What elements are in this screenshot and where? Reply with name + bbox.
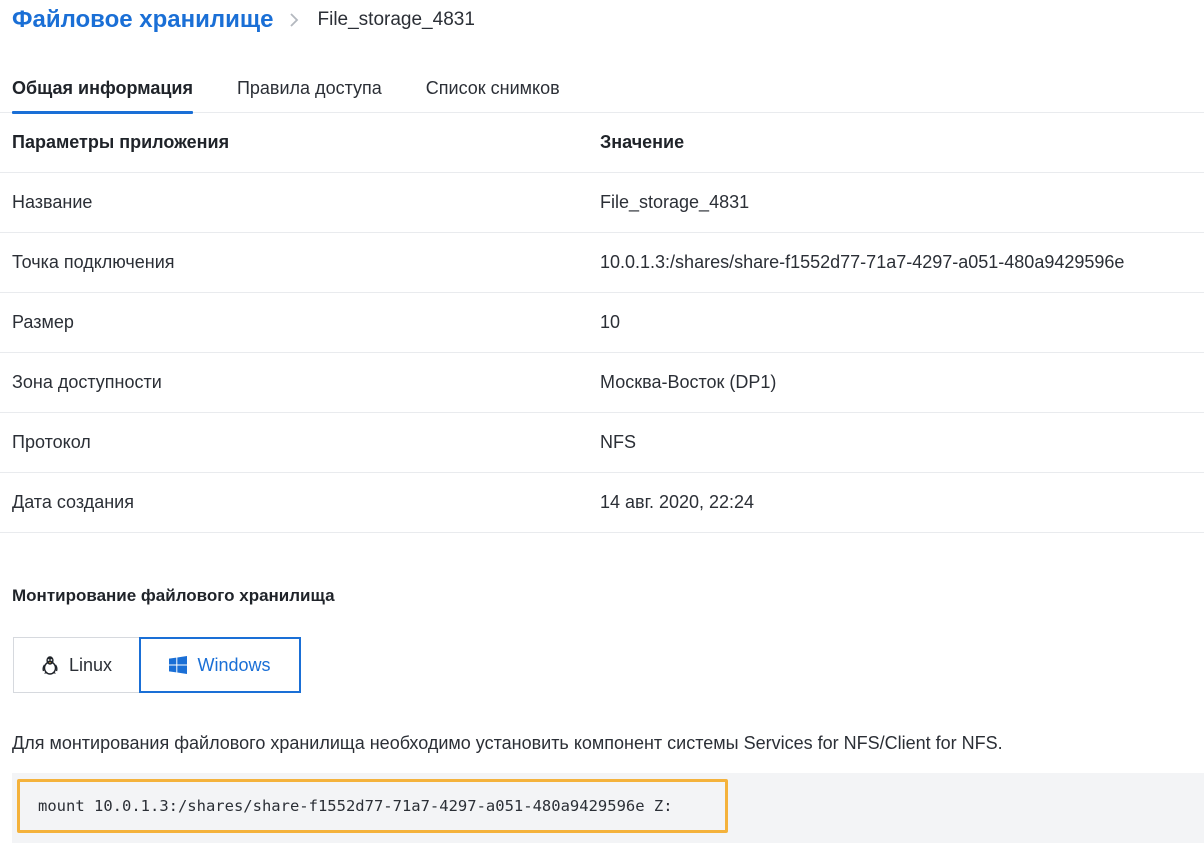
breadcrumb-current: File_storage_4831 <box>317 9 475 30</box>
windows-tab-label: Windows <box>197 654 271 675</box>
breadcrumb: Файловое хранилище File_storage_4831 <box>12 4 475 36</box>
windows-tab-button[interactable]: Windows <box>139 637 301 693</box>
mount-section-title: Монтирование файлового хранилища <box>12 586 335 605</box>
row-key: Протокол <box>12 432 91 452</box>
row-value: 10 <box>600 312 621 332</box>
tab-access-rules[interactable]: Правила доступа <box>237 70 382 113</box>
column-header-parameter: Параметры приложения <box>12 132 230 152</box>
code-block: mount 10.0.1.3:/shares/share-f1552d77-71… <box>12 773 1204 843</box>
table-row: Точка подключения 10.0.1.3:/shares/share… <box>0 233 1204 293</box>
table-row: Размер 10 <box>0 293 1204 353</box>
row-value: 10.0.1.3:/shares/share-f1552d77-71a7-429… <box>600 252 1125 272</box>
linux-tab-button[interactable]: Linux <box>13 637 139 693</box>
mount-description: Для монтирования файлового хранилища нео… <box>12 733 1003 753</box>
table-row: Протокол NFS <box>0 413 1204 473</box>
row-key: Дата создания <box>12 492 134 512</box>
linux-tab-label: Linux <box>68 654 113 675</box>
tab-general-info[interactable]: Общая информация <box>12 70 193 114</box>
row-key: Точка подключения <box>12 252 175 272</box>
breadcrumb-root-link[interactable]: Файловое хранилище <box>12 6 274 34</box>
row-value: Москва-Восток (DP1) <box>600 372 777 392</box>
row-value: File_storage_4831 <box>600 192 750 212</box>
mount-command[interactable]: mount 10.0.1.3:/shares/share-f1552d77-71… <box>17 779 728 833</box>
linux-icon <box>41 655 59 675</box>
info-table: Параметры приложения Значение Название F… <box>0 113 1204 533</box>
tab-snapshots[interactable]: Список снимков <box>426 70 560 113</box>
os-switch: Linux Windows <box>13 637 301 693</box>
chevron-right-icon <box>282 8 308 32</box>
page: Файловое хранилище File_storage_4831 Общ… <box>0 0 1204 849</box>
table-row: Дата создания 14 авг. 2020, 22:24 <box>0 473 1204 533</box>
tab-bar: Общая информация Правила доступа Список … <box>0 70 1204 114</box>
row-key: Зона доступности <box>12 372 162 392</box>
column-header-value: Значение <box>600 132 685 152</box>
table-row: Зона доступности Москва-Восток (DP1) <box>0 353 1204 413</box>
row-value: 14 авг. 2020, 22:24 <box>600 492 755 512</box>
table-header-row: Параметры приложения Значение <box>0 113 1204 173</box>
windows-icon <box>169 656 188 674</box>
table-row: Название File_storage_4831 <box>0 173 1204 233</box>
row-value: NFS <box>600 432 636 452</box>
row-key: Размер <box>12 312 74 332</box>
row-key: Название <box>12 192 93 212</box>
